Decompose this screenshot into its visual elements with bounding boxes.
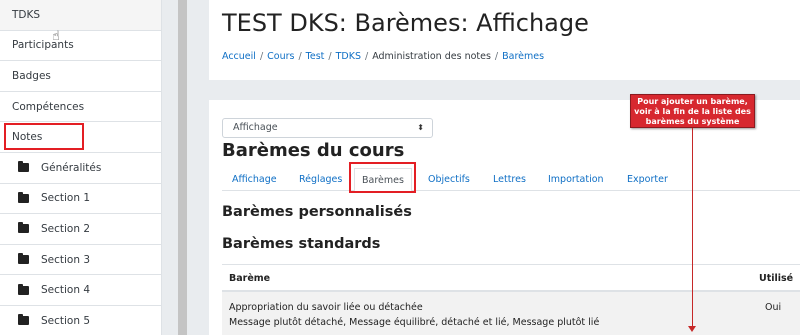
page: TDKS Participants Badges Compétences Not… [0,0,800,335]
sidebar-item-course[interactable]: TDKS [0,0,161,31]
sidebar-item-generalites[interactable]: Généralités [0,153,161,184]
report-select-value: Affichage [233,122,278,133]
sidebar-item-participants[interactable]: Participants [0,31,161,62]
folder-icon [18,161,29,173]
scale-used: Oui [765,302,782,313]
annotation-line: Pour ajouter un barème, [637,97,748,106]
custom-scales-heading: Barèmes personnalisés [222,204,412,220]
hand-cursor-icon: ☝ [52,29,60,44]
sidebar-item-section-2[interactable]: Section 2 [0,214,161,245]
sidebar-item-label: Section 4 [41,284,91,297]
tab-highlight-box [349,162,416,193]
scale-items: Message plutôt détaché, Message équilibr… [229,317,600,328]
table-row: Appropriation du savoir liée ou détachée… [222,292,800,335]
sidebar-scrollbar[interactable] [178,0,187,335]
annotation-line: barèmes du système [645,117,740,126]
breadcrumb-tdks[interactable]: TDKS [336,51,361,62]
breadcrumb-separator: / [298,51,302,62]
sidebar-item-label: Compétences [12,100,85,113]
tab-lettres[interactable]: Lettres [493,174,526,185]
table-header: Barème Utilisé [222,264,800,292]
scale-cell: Appropriation du savoir liée ou détachée… [229,300,599,330]
breadcrumb-separator: / [364,51,369,62]
sidebar-item-label: Généralités [41,161,102,174]
breadcrumb-accueil[interactable]: Accueil [222,51,256,62]
scale-name: Appropriation du savoir liée ou détachée [229,302,423,313]
page-title: TEST DKS: Barèmes: Affichage [222,9,589,37]
sidebar-item-label: Section 3 [41,253,91,266]
breadcrumb-cours[interactable]: Cours [267,51,294,62]
report-select[interactable]: Affichage ⬍ [222,118,433,138]
tab-objectifs[interactable]: Objectifs [428,174,470,185]
main-content: Affichage ⬍ Barèmes du cours Affichage R… [209,100,800,335]
annotation-line: voir à la fin de la liste des [634,107,751,116]
sidebar-item-label: Badges [12,69,51,82]
sidebar-item-section-5[interactable]: Section 5 [0,306,161,335]
scales-table: Barème Utilisé Appropriation du savoir l… [222,264,800,335]
sidebar-item-label: Section 5 [41,314,91,327]
notes-highlight-box [4,123,84,150]
sidebar-item-label: Participants [12,39,74,52]
column-header-utilise: Utilisé [759,273,794,284]
breadcrumb-separator: / [328,51,332,62]
tab-exporter[interactable]: Exporter [627,174,668,185]
folder-icon [18,283,29,295]
sidebar-item-section-3[interactable]: Section 3 [0,245,161,276]
select-caret-icon: ⬍ [417,123,424,132]
tab-reglages[interactable]: Réglages [299,174,342,185]
standard-scales-heading: Barèmes standards [222,236,381,252]
sidebar-item-label: Section 2 [41,222,91,235]
breadcrumb-test[interactable]: Test [306,51,325,62]
breadcrumb: Accueil / Cours / Test / TDKS / Administration d… [222,51,544,62]
breadcrumb-baremes[interactable]: Barèmes [502,51,544,62]
course-navigation-drawer: TDKS Participants Badges Compétences Not… [0,0,162,335]
annotation-arrow-line [692,128,693,328]
sidebar-item-section-4[interactable]: Section 4 [0,275,161,306]
breadcrumb-separator: / [259,51,264,62]
page-header: TEST DKS: Barèmes: Affichage Accueil / Cou… [209,0,800,80]
sidebar-item-badges[interactable]: Badges [0,61,161,92]
sidebar-item-label: Section 1 [41,192,91,205]
breadcrumb-administration: Administration des notes [372,51,491,62]
tab-importation[interactable]: Importation [548,174,604,185]
annotation-callout: Pour ajouter un barème, voir à la fin de… [630,94,755,128]
folder-icon [18,191,29,203]
tab-bar: Affichage Réglages Barèmes Objectifs Let… [222,166,800,192]
breadcrumb-separator: / [494,51,499,62]
sidebar-item-section-1[interactable]: Section 1 [0,184,161,215]
folder-icon [18,222,29,234]
folder-icon [18,314,29,326]
section-title: Barèmes du cours [222,140,405,161]
sidebar-item-label: TDKS [12,8,41,21]
tab-affichage[interactable]: Affichage [232,174,277,185]
folder-icon [18,253,29,265]
sidebar-item-competences[interactable]: Compétences [0,92,161,123]
annotation-arrow-head-icon [688,326,696,332]
column-header-bareme: Barème [229,273,271,284]
